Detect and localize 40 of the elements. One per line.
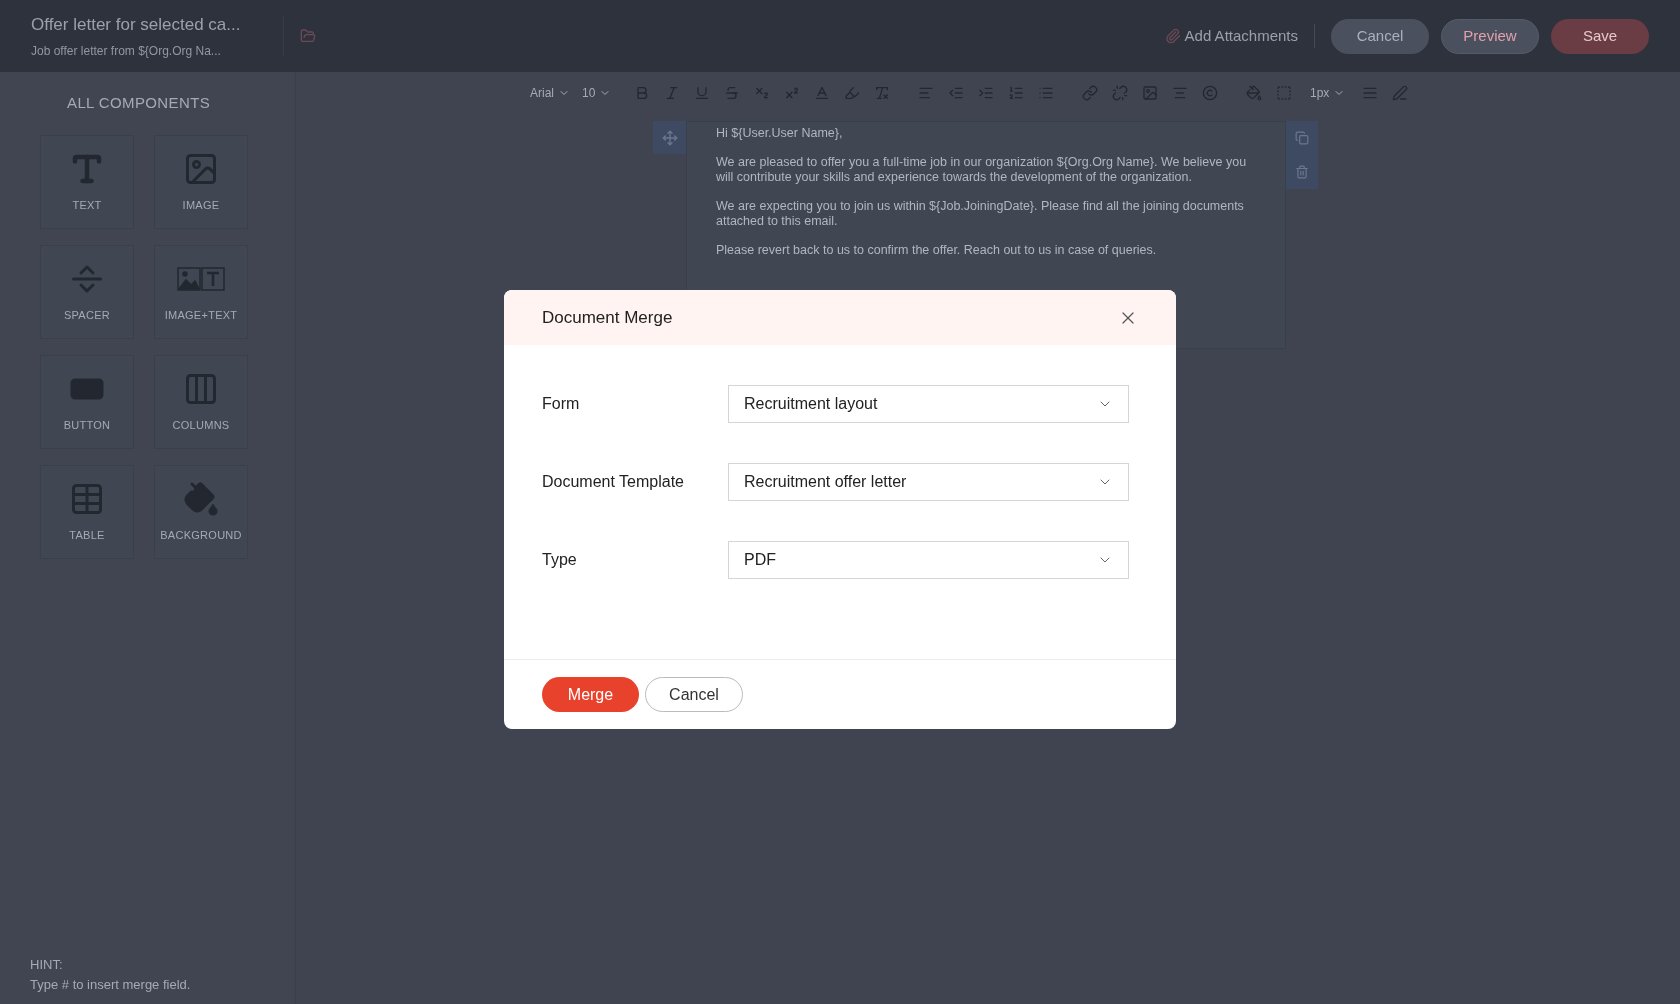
move-handle[interactable] (653, 121, 686, 154)
select-field[interactable]: PDF (728, 541, 1129, 579)
document-paragraph: We are pleased to offer you a full-time job in our organization ${Org.Org Name}. We believe you will contribute your skills and experience towards the development of the organization. (716, 155, 1248, 185)
document-paragraph: Hi ${User.User Name}, (716, 126, 844, 141)
document-paragraph: We are expecting you to join us within ${Job.JoiningDate}. Please find all the joining documents attached to this email. (716, 199, 1245, 229)
hint-title: HINT: (30, 956, 64, 974)
font-dropdown[interactable]: Arial (530, 84, 580, 102)
font-size-dropdown[interactable]: 10 (582, 84, 626, 102)
select-field[interactable]: Recruitment offer letter (728, 463, 1129, 501)
panel-heading: ALL COMPONENTS (67, 93, 211, 113)
dialog-title: Document Merge (542, 306, 673, 329)
document-paragraph: Please revert back to us to confirm the offer. Reach out to us in case of queries. (716, 243, 1158, 258)
dialog-button[interactable]: Merge (542, 677, 639, 712)
field-label: Document Template (542, 472, 685, 492)
hint-text: Type # to insert merge field. (30, 975, 191, 994)
template-subtitle: Job offer letter from ${Org.Org Na... (31, 42, 222, 60)
dialog-button[interactable]: Cancel (645, 677, 743, 712)
component-tile[interactable]: BACKGROUND (154, 464, 248, 559)
add-attachments-link[interactable]: Add Attachments (1184, 24, 1298, 48)
component-tile[interactable]: COLUMNS (154, 354, 248, 449)
header-button[interactable]: Save (1551, 18, 1649, 54)
component-tile[interactable]: IMAGE (154, 134, 248, 229)
component-tile[interactable]: SPACER (40, 244, 134, 339)
field-label: Form (542, 394, 581, 414)
header-button[interactable]: Cancel (1331, 18, 1429, 54)
select-field[interactable]: Recruitment layout (728, 385, 1129, 423)
field-label: Type (542, 550, 578, 570)
border-width-dropdown[interactable]: 1px (1310, 84, 1354, 102)
component-tile[interactable]: TEXT (40, 134, 134, 229)
image-text-icon (177, 267, 225, 292)
paint-bucket-icon (183, 481, 219, 518)
folder-icon[interactable] (300, 28, 316, 44)
delete-icon[interactable] (1295, 165, 1309, 179)
component-tile[interactable]: BUTTON (40, 354, 134, 449)
header-button[interactable]: Preview (1441, 18, 1539, 54)
component-tile[interactable]: TABLE (40, 464, 134, 559)
copy-icon[interactable] (1295, 131, 1309, 145)
component-tile[interactable]: IMAGE+TEXT (154, 244, 248, 339)
paperclip-icon (1164, 28, 1181, 44)
template-title: Offer letter for selected ca... (31, 14, 242, 37)
